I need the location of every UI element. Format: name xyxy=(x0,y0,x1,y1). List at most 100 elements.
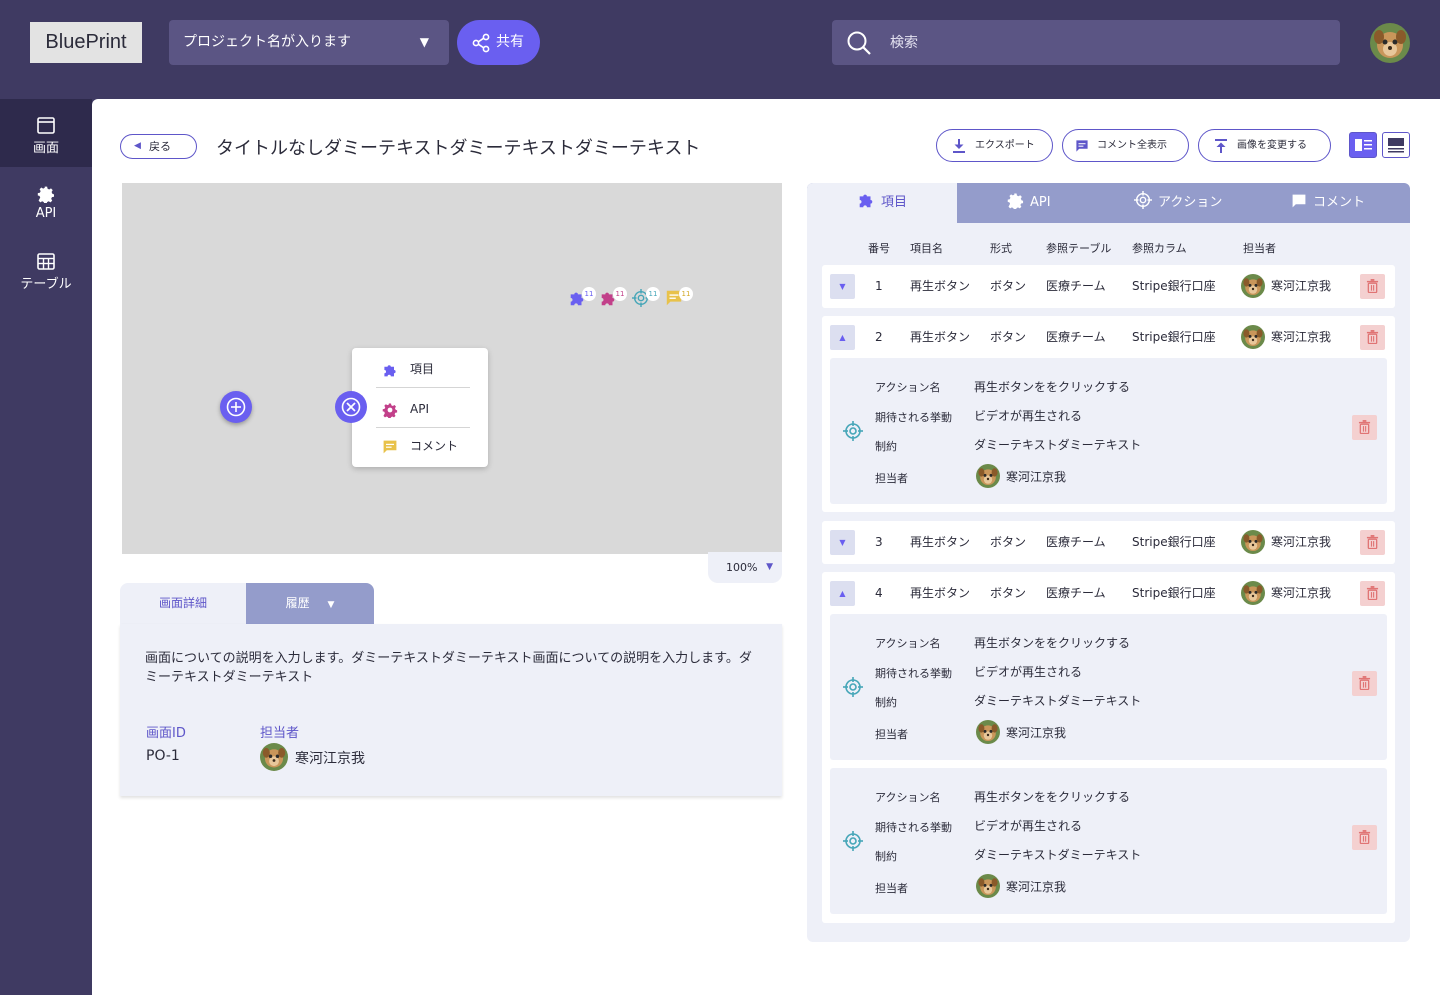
zoom-value: 100% xyxy=(726,561,758,574)
close-menu-button[interactable] xyxy=(335,391,367,423)
menu-item-api[interactable]: API xyxy=(376,390,472,428)
pin-count: 11 xyxy=(679,287,693,301)
row-ref-column: Stripe銀行口座 xyxy=(1132,279,1216,293)
action-detail: アクション名 再生ボタンををクリックする 期待される挙動 ビデオが再生される 制… xyxy=(830,768,1387,914)
gear-icon xyxy=(1007,192,1024,209)
delete-action-button[interactable] xyxy=(1352,415,1377,440)
tab-api[interactable]: API xyxy=(1007,183,1051,223)
delete-action-button[interactable] xyxy=(1352,671,1377,696)
zoom-select[interactable]: 100% ▼ xyxy=(708,552,782,583)
table-row[interactable]: ▼ 3 再生ボタン ボタン 医療チーム Stripe銀行口座 寒河江京我 xyxy=(822,521,1395,564)
target-icon xyxy=(843,831,863,851)
project-select[interactable]: プロジェクト名が入ります ▼ xyxy=(169,20,449,65)
constraint: ダミーテキストダミーテキスト xyxy=(974,848,1142,862)
item-pin[interactable]: 11 xyxy=(568,287,596,307)
tab-history-label: 履歴 xyxy=(285,596,310,610)
trash-icon xyxy=(1366,586,1379,600)
share-label: 共有 xyxy=(496,34,524,50)
delete-button[interactable] xyxy=(1360,530,1385,555)
assignee-label: 担当者 xyxy=(260,726,300,741)
delete-action-button[interactable] xyxy=(1352,825,1377,850)
table-row[interactable]: ▲ 4 再生ボタン ボタン 医療チーム Stripe銀行口座 寒河江京我 xyxy=(822,572,1395,615)
action-pin[interactable]: 11 xyxy=(632,287,660,307)
delete-button[interactable] xyxy=(1360,581,1385,606)
tab-actions[interactable]: アクション xyxy=(1134,183,1222,223)
caret-down-icon: ▼ xyxy=(766,562,773,572)
collapse-toggle[interactable]: ▲ xyxy=(830,581,855,606)
share-icon xyxy=(472,33,490,53)
change-image-label: 画像を変更する xyxy=(1237,140,1307,151)
pin-count: 11 xyxy=(582,287,596,301)
tab-history[interactable]: 履歴 ▼ xyxy=(246,583,374,624)
back-label: 戻る xyxy=(149,140,171,153)
comment-pin[interactable]: 11 xyxy=(665,287,693,307)
row-ref-column: Stripe銀行口座 xyxy=(1132,586,1216,600)
action-name: 再生ボタンををクリックする xyxy=(974,790,1131,804)
row-ref-column: Stripe銀行口座 xyxy=(1132,535,1216,549)
action-assignee: 寒河江京我 xyxy=(1006,470,1067,484)
expand-toggle[interactable]: ▼ xyxy=(830,530,855,555)
show-all-comments-button[interactable]: コメント全表示 xyxy=(1062,129,1189,162)
delete-button[interactable] xyxy=(1360,325,1385,350)
caret-down-icon: ▼ xyxy=(327,600,335,610)
sidebar-item-label: テーブル xyxy=(20,277,72,292)
avatar xyxy=(976,464,1000,488)
tab-label: アクション xyxy=(1158,195,1223,210)
sidebar-item-api[interactable]: API xyxy=(0,167,92,235)
search-input[interactable] xyxy=(890,20,1320,65)
menu-item-item[interactable]: 項目 xyxy=(376,350,472,388)
target-icon xyxy=(843,421,863,441)
action-name: 再生ボタンををクリックする xyxy=(974,636,1131,650)
trash-icon xyxy=(1358,830,1371,844)
user-avatar[interactable] xyxy=(1370,23,1410,63)
sidebar-item-table[interactable]: テーブル xyxy=(0,235,92,303)
share-button[interactable]: 共有 xyxy=(457,20,540,65)
row-format: ボタン xyxy=(990,535,1027,549)
comment-icon xyxy=(1291,193,1307,209)
menu-item-comment[interactable]: コメント xyxy=(376,427,472,465)
row-assignee: 寒河江京我 xyxy=(1271,330,1332,344)
add-marker-button[interactable] xyxy=(220,391,252,423)
show-comments-label: コメント全表示 xyxy=(1097,140,1167,151)
sidebar: 画面 API テーブル xyxy=(0,99,92,995)
delete-button[interactable] xyxy=(1360,274,1385,299)
row-format: ボタン xyxy=(990,330,1027,344)
comment-icon xyxy=(1075,139,1089,153)
sidebar-item-screen[interactable]: 画面 xyxy=(0,99,92,167)
tab-label: 項目 xyxy=(880,195,907,210)
constraint: ダミーテキストダミーテキスト xyxy=(974,694,1142,708)
tab-screen-detail[interactable]: 画面詳細 xyxy=(120,583,246,624)
export-label: エクスポート xyxy=(975,140,1035,151)
action-name-label: アクション名 xyxy=(875,637,941,650)
tab-comments[interactable]: コメント xyxy=(1291,183,1365,223)
split-view-toggle[interactable] xyxy=(1349,132,1377,158)
pin-count: 11 xyxy=(613,287,627,301)
avatar xyxy=(976,720,1000,744)
change-image-button[interactable]: 画像を変更する xyxy=(1198,129,1331,162)
stack-view-toggle[interactable] xyxy=(1382,132,1410,158)
sidebar-item-label: 画面 xyxy=(32,141,59,156)
expected-label: 期待される挙動 xyxy=(875,667,952,680)
export-button[interactable]: エクスポート xyxy=(936,129,1053,162)
table-row[interactable]: ▲ 2 再生ボタン ボタン 医療チーム Stripe銀行口座 寒河江京我 xyxy=(822,316,1395,359)
table-row[interactable]: ▼ 1 再生ボタン ボタン 医療チーム Stripe銀行口座 寒河江京我 xyxy=(822,265,1395,308)
row-assignee: 寒河江京我 xyxy=(1271,279,1332,293)
expand-toggle[interactable]: ▼ xyxy=(830,274,855,299)
page-title: タイトルなしダミーテキストダミーテキストダミーテキスト xyxy=(216,138,701,159)
detail-side-panel: 項目 API アクション コメント 番号 項目名 形式 参照テーブル 参照カラム… xyxy=(807,183,1410,942)
column-header-ref-column: 参照カラム xyxy=(1132,242,1187,255)
trash-icon xyxy=(1358,420,1371,434)
action-name: 再生ボタンををクリックする xyxy=(974,380,1131,394)
collapse-toggle[interactable]: ▲ xyxy=(830,325,855,350)
search-box xyxy=(832,20,1340,65)
api-pin[interactable]: 11 xyxy=(599,287,627,307)
screen-canvas[interactable]: 11 11 11 11 項目 API コメント xyxy=(122,183,782,554)
item-card: ▼ 1 再生ボタン ボタン 医療チーム Stripe銀行口座 寒河江京我 xyxy=(822,265,1395,308)
column-header-ref-table: 参照テーブル xyxy=(1046,242,1112,255)
comment-icon xyxy=(382,439,398,455)
menu-item-label: コメント xyxy=(410,439,459,453)
app-logo[interactable]: BluePrint xyxy=(30,22,142,63)
back-button[interactable]: ◀ 戻る xyxy=(120,134,197,159)
screen-id: PO-1 xyxy=(146,748,180,764)
tab-items[interactable]: 項目 xyxy=(807,183,957,223)
